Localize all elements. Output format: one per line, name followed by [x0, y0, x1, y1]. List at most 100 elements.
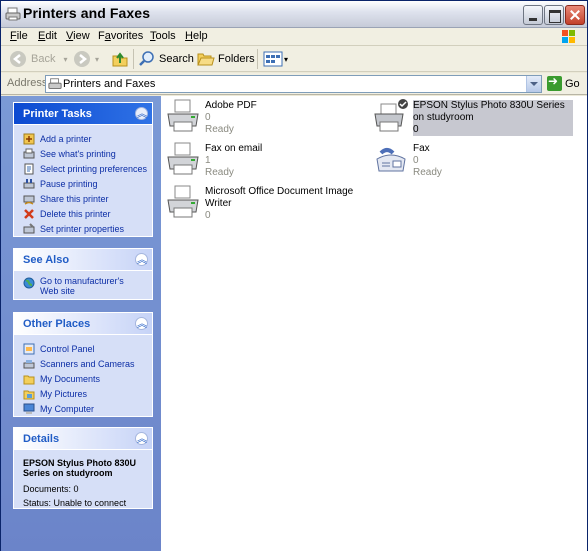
address-label: Address [7, 77, 48, 89]
other-places-header[interactable]: Other Places [14, 313, 152, 335]
task-printer-properties[interactable]: Set printer properties [23, 221, 152, 236]
task-add-printer[interactable]: Add a printer [23, 131, 152, 146]
properties-icon [23, 222, 35, 233]
control-panel-icon [23, 343, 35, 354]
printer-item-ms-office-writer[interactable]: Microsoft Office Document Image Writer 0 [161, 184, 371, 224]
up-folder-button[interactable] [111, 49, 129, 69]
collapse-icon[interactable] [135, 430, 148, 445]
views-icon [263, 51, 283, 67]
print-queue-icon [23, 148, 35, 158]
back-button[interactable]: Back ▾ [9, 49, 67, 69]
forward-button[interactable]: ▾ [73, 49, 99, 69]
details-header[interactable]: Details [14, 428, 152, 450]
title-bar[interactable]: Printers and Faxes [1, 1, 587, 28]
printer-docs: 0 [205, 210, 211, 221]
printer-docs: 0 [205, 112, 211, 123]
address-dropdown-button[interactable] [526, 76, 541, 92]
collapse-icon[interactable] [135, 105, 148, 120]
details-status: Status: Unable to connect [23, 498, 127, 508]
address-value: Printers and Faxes [63, 78, 156, 90]
menu-help[interactable]: Help [185, 30, 208, 42]
folders-icon [197, 53, 215, 66]
scanner-icon [23, 359, 35, 368]
printer-docs: 0 [413, 124, 419, 135]
views-dropdown-icon: ▾ [284, 54, 289, 64]
details-documents: Documents: 0 [23, 484, 79, 494]
my-documents-icon [23, 375, 35, 384]
place-my-documents[interactable]: My Documents [23, 371, 152, 386]
menu-bar: File Edit View Favorites Tools Help [1, 28, 587, 46]
other-places-panel: Other Places Control Panel Scanners and … [13, 312, 153, 417]
my-pictures-icon [23, 390, 35, 399]
menu-tools[interactable]: Tools [150, 30, 176, 42]
task-delete-printer[interactable]: Delete this printer [23, 206, 152, 221]
go-label: Go [565, 77, 580, 90]
address-input[interactable]: Printers and Faxes [45, 75, 542, 93]
see-also-panel: See Also Go to manufacturer's Web site [13, 248, 153, 300]
printers-list: Adobe PDF 0 Ready EPSON Stylus Photo 830… [161, 96, 587, 551]
back-dropdown-icon[interactable]: ▾ [63, 55, 67, 64]
menu-edit[interactable]: Edit [38, 30, 57, 42]
close-button[interactable] [565, 5, 585, 25]
up-folder-icon [112, 52, 128, 67]
printer-docs: 1 [205, 155, 211, 166]
place-my-pictures[interactable]: My Pictures [23, 386, 152, 401]
menu-favorites[interactable]: Favorites [98, 30, 143, 42]
printer-item-adobe-pdf[interactable]: Adobe PDF 0 Ready [161, 98, 371, 138]
menu-view[interactable]: View [66, 30, 90, 42]
place-scanners-cameras[interactable]: Scanners and Cameras [23, 356, 152, 371]
go-button[interactable]: Go [547, 74, 580, 91]
preferences-icon [24, 163, 34, 174]
panel-title: Other Places [23, 318, 91, 330]
details-printer-name: EPSON Stylus Photo 830U Series on studyr… [23, 458, 137, 478]
default-printer-icon [374, 99, 408, 132]
printer-status: Ready [413, 167, 442, 178]
minimize-button[interactable] [523, 5, 543, 25]
folders-label: Folders [218, 53, 255, 65]
search-icon [139, 51, 154, 66]
back-arrow-icon [10, 51, 26, 67]
collapse-icon[interactable] [135, 251, 148, 266]
panel-title: Details [23, 433, 60, 445]
maximize-button[interactable] [544, 5, 564, 25]
printer-item-epson[interactable]: EPSON Stylus Photo 830U Series on studyr… [369, 98, 579, 138]
printer-docs: 0 [413, 155, 419, 166]
printer-tasks-panel: Printer Tasks Add a printer See what's p… [13, 102, 153, 237]
panel-title: See Also [23, 254, 70, 266]
printer-folder-icon [5, 7, 21, 21]
globe-icon [23, 277, 35, 289]
windows-flag-icon [562, 30, 575, 43]
task-pause-printing[interactable]: Pause printing [23, 176, 152, 191]
see-also-manufacturer-link[interactable]: Go to manufacturer's Web site [23, 276, 152, 298]
folders-button[interactable]: Folders [197, 49, 255, 69]
printer-item-fax-on-email[interactable]: Fax on email 1 Ready [161, 141, 371, 181]
printer-status: Ready [205, 167, 234, 178]
printer-item-fax[interactable]: Fax 0 Ready [369, 141, 579, 181]
printer-icon [167, 99, 199, 132]
see-also-header[interactable]: See Also [14, 249, 152, 271]
task-printing-preferences[interactable]: Select printing preferences [23, 161, 152, 176]
add-printer-icon [23, 133, 35, 144]
views-button[interactable]: ▾ [263, 49, 288, 69]
printer-status: Ready [205, 124, 234, 135]
place-my-computer[interactable]: My Computer [23, 401, 152, 416]
menu-file[interactable]: File [10, 30, 28, 42]
address-bar: Address Printers and Faxes Go [1, 73, 587, 95]
task-see-whats-printing[interactable]: See what's printing [23, 146, 152, 161]
forward-dropdown-icon[interactable]: ▾ [95, 55, 99, 64]
printer-name: Fax on email [205, 143, 263, 154]
printer-tasks-header[interactable]: Printer Tasks [14, 103, 152, 125]
back-label: Back [31, 53, 56, 65]
task-share-printer[interactable]: Share this printer [23, 191, 152, 206]
window-title: Printers and Faxes [23, 5, 151, 21]
printer-folder-icon [48, 78, 62, 89]
fax-icon [376, 148, 406, 172]
collapse-icon[interactable] [135, 315, 148, 330]
printer-name: Fax [413, 143, 430, 154]
search-button[interactable]: Search [138, 49, 194, 69]
pause-printer-icon [23, 178, 35, 188]
place-control-panel[interactable]: Control Panel [23, 341, 152, 356]
printer-name: Adobe PDF [205, 100, 257, 111]
printer-icon [167, 185, 199, 218]
panel-title: Printer Tasks [23, 108, 92, 120]
